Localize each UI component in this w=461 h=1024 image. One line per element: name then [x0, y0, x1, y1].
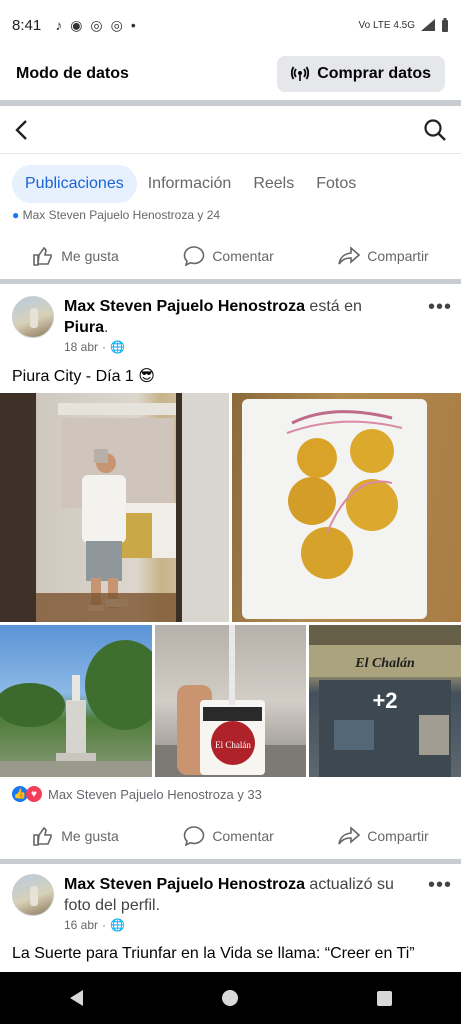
plaza-monument-photo[interactable] — [0, 625, 152, 777]
author-name[interactable]: Max Steven Pajuelo Henostroza — [64, 298, 305, 315]
divider — [0, 279, 461, 284]
share-icon — [338, 826, 361, 845]
divider — [0, 859, 461, 864]
thumbs-up-icon — [33, 826, 53, 846]
share-button[interactable]: Compartir — [338, 826, 429, 846]
comment-button[interactable]: Comentar — [183, 826, 274, 846]
globe-icon: 🌐 — [110, 918, 125, 932]
drink-cup-photo[interactable]: El Chalán — [155, 625, 306, 777]
system-home-icon[interactable] — [221, 990, 238, 1006]
place-link[interactable]: Piura — [64, 319, 104, 336]
tab-publicaciones[interactable]: Publicaciones — [12, 165, 137, 203]
tab-informacion[interactable]: Información — [137, 165, 243, 203]
post-header: Max Steven Pajuelo Henostroza actualizó … — [12, 874, 452, 934]
search-icon[interactable] — [423, 118, 447, 142]
share-button[interactable]: Compartir — [338, 246, 429, 266]
like-button[interactable]: Me gusta — [32, 246, 119, 266]
post-meta: 16 abr · 🌐 — [64, 918, 125, 932]
system-nav-bar — [0, 972, 461, 1024]
back-arrow-icon[interactable] — [14, 119, 28, 141]
post-header: Max Steven Pajuelo Henostroza está en Pi… — [12, 296, 452, 356]
thumbs-up-icon — [33, 246, 53, 266]
share-label: Compartir — [367, 248, 429, 264]
author-name[interactable]: Max Steven Pajuelo Henostroza — [64, 876, 305, 893]
post-caption: La Suerte para Triunfar en la Vida se ll… — [12, 945, 415, 962]
tab-reels[interactable]: Reels — [242, 165, 305, 203]
previous-post-reactions: ● Max Steven Pajuelo Henostroza y 24 — [12, 208, 220, 222]
more-options-icon[interactable]: ••• — [428, 296, 452, 319]
post-reactions[interactable]: 👍 ♥ Max Steven Pajuelo Henostroza y 33 — [12, 786, 262, 802]
post-date[interactable]: 18 abr — [64, 340, 98, 354]
signal-icon — [421, 19, 435, 31]
food-plate-photo[interactable] — [232, 393, 461, 622]
notification-icon: ◉ — [70, 16, 83, 33]
post-caption: Piura City - Día 1 😎 — [12, 368, 155, 385]
more-options-icon[interactable]: ••• — [428, 874, 452, 897]
like-label: Me gusta — [61, 248, 119, 264]
top-nav-bar — [0, 106, 461, 154]
status-bar: 8:41 ♪ ◉ ◎ ◎ • Vo LTE 4.5G — [0, 0, 461, 50]
comment-button[interactable]: Comentar — [183, 246, 274, 266]
comment-icon — [184, 826, 205, 846]
avatar[interactable] — [12, 296, 54, 338]
status-time: 8:41 — [12, 16, 42, 34]
profile-tabs: Publicaciones Información Reels Fotos — [12, 164, 367, 204]
data-mode-bar: Modo de datos Comprar datos — [0, 50, 461, 98]
like-button[interactable]: Me gusta — [32, 826, 119, 846]
data-mode-title: Modo de datos — [16, 65, 129, 82]
battery-icon — [442, 18, 448, 32]
chrome-icon: ◎ — [90, 16, 103, 33]
avatar[interactable] — [12, 874, 54, 916]
post-action-text: está en — [309, 298, 362, 315]
system-back-icon[interactable] — [69, 990, 83, 1006]
post-actions: Me gusta Comentar Compartir — [0, 814, 461, 858]
selfie-mirror-photo[interactable] — [0, 393, 229, 622]
chrome-icon: ◎ — [110, 16, 123, 33]
cup-brand-text: El Chalán — [215, 740, 251, 750]
tab-fotos[interactable]: Fotos — [305, 165, 367, 203]
post-author-line: Max Steven Pajuelo Henostroza actualizó … — [64, 874, 404, 916]
reactions-text: Max Steven Pajuelo Henostroza y 33 — [48, 786, 262, 802]
buy-data-button[interactable]: Comprar datos — [277, 56, 445, 92]
like-label: Me gusta — [61, 828, 119, 844]
share-label: Compartir — [367, 828, 429, 844]
share-icon — [338, 246, 361, 265]
more-photos-overlay[interactable]: +2 — [309, 625, 461, 777]
restaurant-storefront-photo[interactable]: El Chalán +2 — [309, 625, 461, 777]
previous-reactions-text: Max Steven Pajuelo Henostroza y 24 — [22, 208, 221, 222]
system-recents-icon[interactable] — [376, 990, 392, 1006]
post-author-line: Max Steven Pajuelo Henostroza está en Pi… — [64, 298, 362, 336]
post-meta: 18 abr · 🌐 — [64, 340, 125, 354]
globe-icon: 🌐 — [110, 340, 125, 354]
comment-label: Comentar — [212, 828, 274, 844]
dot-icon: • — [130, 17, 136, 33]
buy-data-label: Comprar datos — [317, 65, 431, 82]
network-type: Vo LTE 4.5G — [358, 19, 415, 31]
tiktok-icon: ♪ — [55, 17, 63, 33]
previous-post-actions: Me gusta Comentar Compartir — [0, 234, 461, 278]
comment-label: Comentar — [212, 248, 274, 264]
broadcast-icon — [291, 66, 310, 81]
love-reaction-icon: ♥ — [26, 786, 42, 802]
comment-icon — [184, 246, 205, 266]
more-photos-count: +2 — [372, 688, 398, 713]
post-date[interactable]: 16 abr — [64, 918, 98, 932]
like-icon: ● — [12, 208, 20, 222]
